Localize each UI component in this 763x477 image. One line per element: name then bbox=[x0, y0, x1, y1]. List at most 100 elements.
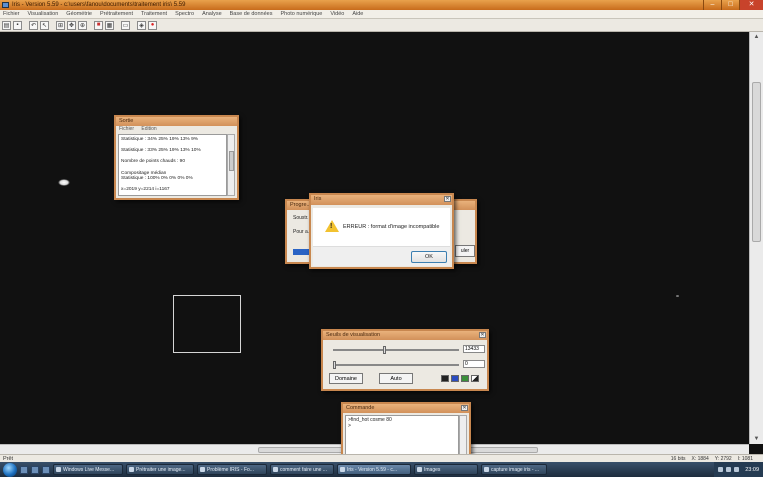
faint-star bbox=[676, 295, 679, 297]
vertical-scrollbar[interactable]: ▲ ▼ bbox=[749, 32, 763, 444]
toolbar-separator bbox=[51, 21, 54, 30]
menu-visualisation[interactable]: Visualisation bbox=[28, 11, 59, 17]
maximize-button[interactable]: □ bbox=[721, 0, 739, 10]
target-icon[interactable]: ◈ bbox=[137, 20, 146, 30]
quicklaunch-icon[interactable] bbox=[20, 465, 28, 474]
selection-rectangle[interactable] bbox=[173, 295, 241, 353]
menu-analyse[interactable]: Analyse bbox=[202, 11, 222, 17]
menu-bar: Fichier Visualisation Géométrie Prétrait… bbox=[0, 10, 763, 19]
clock[interactable]: 23:09 bbox=[745, 467, 759, 473]
seuils-title[interactable]: Seuils de visualisation ✕ bbox=[323, 331, 487, 340]
error-dialog-title[interactable]: Iris ✕ bbox=[311, 195, 452, 205]
scroll-up-icon[interactable]: ▲ bbox=[752, 33, 761, 41]
menu-traitement[interactable]: Traitement bbox=[141, 11, 167, 17]
task-comment-faire[interactable]: comment faire une ... bbox=[270, 464, 334, 475]
menu-aide[interactable]: Aide bbox=[352, 11, 363, 17]
low-threshold-slider[interactable] bbox=[333, 364, 459, 366]
pointer-icon[interactable]: ↖ bbox=[40, 20, 49, 30]
move-icon[interactable]: ✥ bbox=[67, 20, 76, 30]
sortie-scroll-thumb[interactable] bbox=[229, 151, 234, 171]
commande-title-text: Commande bbox=[346, 405, 375, 411]
stop-icon[interactable]: ● bbox=[148, 20, 157, 30]
image-icon[interactable]: ▭ bbox=[121, 20, 130, 30]
task-probleme-iris[interactable]: Problème IRIS - Fo... bbox=[197, 464, 267, 475]
menu-video[interactable]: Vidéo bbox=[330, 11, 344, 17]
close-button[interactable]: ✕ bbox=[739, 0, 763, 10]
quicklaunch-icon[interactable] bbox=[42, 465, 50, 474]
domaine-button[interactable]: Domaine bbox=[329, 373, 363, 384]
zoom-icon[interactable]: ⊕ bbox=[78, 20, 87, 30]
minimize-button[interactable]: – bbox=[703, 0, 721, 10]
scroll-down-icon[interactable]: ▼ bbox=[752, 435, 761, 443]
task-capture-image-iris[interactable]: capture image iris - ... bbox=[481, 464, 547, 475]
toolbar-separator bbox=[24, 21, 27, 30]
menu-geometrie[interactable]: Géométrie bbox=[66, 11, 92, 17]
seuils-window: Seuils de visualisation ✕ 13433 0 Domain… bbox=[321, 329, 489, 391]
sortie-menu-fichier[interactable]: Fichier bbox=[119, 126, 134, 132]
menu-pretraitement[interactable]: Prétraitement bbox=[100, 11, 133, 17]
sortie-output[interactable]: Statistique : 34% 25% 19% 13% 9% Statist… bbox=[118, 134, 227, 196]
command-line: > bbox=[348, 423, 351, 429]
grid-icon[interactable]: ⊞ bbox=[56, 20, 65, 30]
commande-title[interactable]: Commande ✕ bbox=[343, 404, 469, 413]
sortie-title[interactable]: Sortie bbox=[116, 117, 237, 126]
task-pretraiter-image[interactable]: Prétraiter une image... bbox=[126, 464, 194, 475]
seuils-title-text: Seuils de visualisation bbox=[326, 332, 381, 338]
window-title: Iris - Version 5.59 - c:\users\fanou\doc… bbox=[12, 2, 186, 8]
high-threshold-knob[interactable] bbox=[383, 346, 386, 354]
menu-base-de-donnees[interactable]: Base de données bbox=[230, 11, 273, 17]
palette-gradient-icon[interactable] bbox=[471, 375, 479, 382]
palette-icon[interactable]: ■ bbox=[94, 20, 103, 30]
error-message: ERREUR : format d'image incompatible bbox=[343, 224, 440, 230]
menu-fichier[interactable]: Fichier bbox=[3, 11, 20, 17]
error-dialog: Iris ✕ ! ERREUR : format d'image incompa… bbox=[309, 193, 454, 269]
undo-icon[interactable]: ↶ bbox=[29, 20, 38, 30]
bright-star bbox=[58, 179, 70, 186]
tray-icon[interactable] bbox=[726, 467, 732, 472]
system-tray: 23:09 bbox=[714, 462, 763, 477]
task-iris[interactable]: Iris - Version 5.59 - c... bbox=[337, 464, 411, 475]
close-icon[interactable]: ✕ bbox=[444, 196, 451, 202]
tray-icon[interactable] bbox=[718, 467, 724, 472]
vertical-scroll-thumb[interactable] bbox=[752, 82, 761, 242]
ok-button[interactable]: OK bbox=[411, 251, 447, 263]
app-icon bbox=[2, 2, 9, 8]
menu-photo-numerique[interactable]: Photo numérique bbox=[280, 11, 322, 17]
quicklaunch-icon[interactable] bbox=[31, 465, 39, 474]
table-icon[interactable]: ▦ bbox=[105, 20, 114, 30]
high-threshold-input[interactable]: 13433 bbox=[463, 345, 485, 353]
palette-black-icon[interactable] bbox=[441, 375, 449, 382]
sortie-menu-edition[interactable]: Edition bbox=[141, 126, 156, 132]
volume-icon[interactable] bbox=[734, 467, 740, 472]
sortie-scrollbar[interactable] bbox=[227, 134, 235, 196]
auto-button[interactable]: Auto bbox=[379, 373, 413, 384]
high-threshold-slider[interactable] bbox=[333, 349, 459, 351]
save-icon[interactable]: ▪ bbox=[13, 20, 22, 30]
taskbar: Windows Live Messe... Prétraiter une ima… bbox=[0, 462, 763, 477]
low-threshold-input[interactable]: 0 bbox=[463, 360, 485, 368]
warning-icon: ! bbox=[325, 220, 339, 232]
error-dialog-footer: OK bbox=[313, 246, 450, 266]
command-input[interactable]: >find_hot cosme 80 > bbox=[345, 415, 459, 455]
close-icon[interactable]: ✕ bbox=[479, 332, 486, 338]
palette-blue-icon[interactable] bbox=[451, 375, 459, 382]
status-bar: Prêt 16 bits X: 1884 Y: 2792 I: 1081 bbox=[0, 454, 763, 462]
output-line: x=2019 y=2214 i=1167 bbox=[121, 187, 170, 193]
task-images[interactable]: Images bbox=[414, 464, 478, 475]
toolbar: ▤ ▪ ↶ ↖ ⊞ ✥ ⊕ ■ ▦ ▭ ◈ ● bbox=[0, 19, 763, 32]
palette-green-icon[interactable] bbox=[461, 375, 469, 382]
cancel-button[interactable]: uler bbox=[455, 245, 475, 257]
start-button[interactable] bbox=[3, 462, 17, 477]
toolbar-separator bbox=[89, 21, 92, 30]
title-bar: Iris - Version 5.59 - c:\users\fanou\doc… bbox=[0, 0, 763, 10]
toolbar-separator bbox=[132, 21, 135, 30]
open-icon[interactable]: ▤ bbox=[2, 20, 11, 30]
sortie-menu: Fichier Edition bbox=[116, 126, 237, 133]
menu-spectro[interactable]: Spectro bbox=[175, 11, 194, 17]
error-dialog-client: ! ERREUR : format d'image incompatible O… bbox=[313, 208, 450, 266]
error-dialog-title-text: Iris bbox=[314, 196, 322, 202]
close-icon[interactable]: ✕ bbox=[461, 405, 468, 411]
commande-scrollbar[interactable] bbox=[459, 415, 467, 455]
low-threshold-knob[interactable] bbox=[333, 361, 336, 369]
task-windows-live-messenger[interactable]: Windows Live Messe... bbox=[53, 464, 123, 475]
